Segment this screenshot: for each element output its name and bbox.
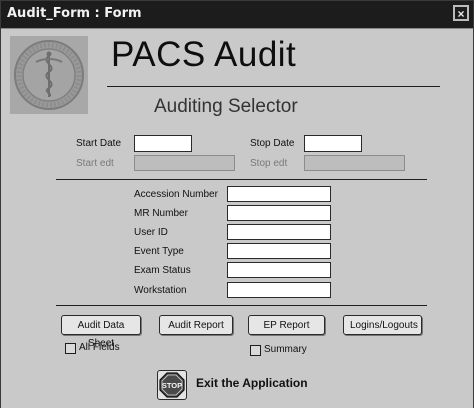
- start-edt-field: [134, 155, 235, 171]
- audit-report-button[interactable]: Audit Report: [159, 315, 233, 335]
- stop-edt-label: Stop edt: [250, 158, 288, 169]
- summary-label: Summary: [264, 344, 307, 355]
- workstation-label: Workstation: [134, 285, 187, 296]
- audit-data-sheet-button[interactable]: Audit Data Sheet: [61, 315, 141, 349]
- workstation-input[interactable]: [227, 282, 331, 298]
- stop-edt-field: [304, 155, 405, 171]
- form-body: PACS Audit Auditing Selector Start Date …: [1, 28, 473, 408]
- user-id-input[interactable]: [227, 224, 331, 240]
- ep-report-button[interactable]: EP Report: [248, 315, 325, 335]
- start-edt-label: Start edt: [76, 158, 114, 169]
- app-title: PACS Audit: [111, 35, 297, 74]
- accession-number-label: Accession Number: [134, 189, 218, 200]
- all-fields-label: All Fields: [79, 342, 120, 353]
- stop-sign-icon: STOP: [159, 372, 185, 398]
- stop-date-label: Stop Date: [250, 138, 295, 149]
- university-seal-icon: [10, 36, 88, 114]
- title-bar[interactable]: Audit_Form : Form ×: [1, 1, 473, 28]
- start-date-label: Start Date: [76, 138, 122, 149]
- accession-number-input[interactable]: [227, 186, 331, 202]
- close-icon[interactable]: ×: [453, 5, 469, 21]
- logins-logouts-button[interactable]: Logins/Logouts: [343, 315, 422, 335]
- mr-number-input[interactable]: [227, 205, 331, 221]
- exit-label[interactable]: Exit the Application: [196, 376, 308, 390]
- start-date-input[interactable]: [134, 135, 192, 152]
- filter-section-divider: [56, 305, 427, 306]
- exit-button[interactable]: STOP: [157, 370, 187, 400]
- summary-checkbox[interactable]: [250, 345, 261, 356]
- exam-status-input[interactable]: [227, 262, 331, 278]
- stop-sign-text: STOP: [162, 381, 182, 390]
- page-subtitle: Auditing Selector: [154, 96, 298, 117]
- user-id-label: User ID: [134, 227, 168, 238]
- all-fields-checkbox[interactable]: [65, 343, 76, 354]
- audit-form-window: Audit_Form : Form × PACS Audit Auditing …: [0, 0, 474, 408]
- stop-date-input[interactable]: [304, 135, 362, 152]
- event-type-input[interactable]: [227, 243, 331, 259]
- event-type-label: Event Type: [134, 246, 184, 257]
- date-section-divider: [56, 179, 427, 180]
- header-divider: [107, 86, 440, 87]
- window-title: Audit_Form : Form: [7, 6, 142, 21]
- mr-number-label: MR Number: [134, 208, 188, 219]
- exam-status-label: Exam Status: [134, 265, 191, 276]
